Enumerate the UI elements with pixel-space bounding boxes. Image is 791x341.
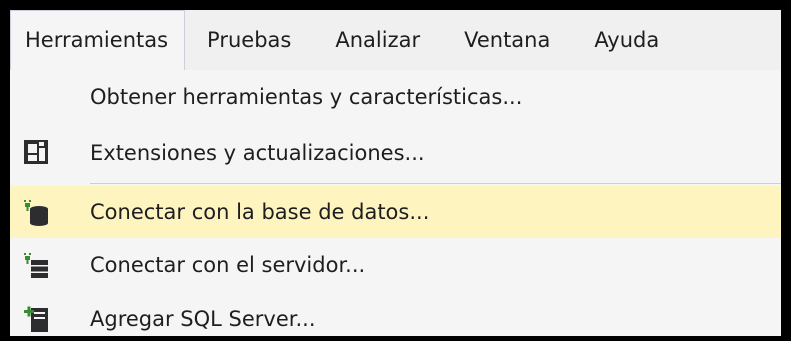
connect-server-icon xyxy=(24,253,48,278)
menu-item-obtener-herramientas[interactable]: Obtener herramientas y características..… xyxy=(10,70,781,124)
menu-item-label: Conectar con la base de datos... xyxy=(90,200,430,224)
menu-pruebas[interactable]: Pruebas xyxy=(185,10,313,70)
window-frame: Herramientas Pruebas Analizar Ventana Ay… xyxy=(0,0,791,341)
menu-ayuda[interactable]: Ayuda xyxy=(572,10,681,70)
menu-item-label: Agregar SQL Server... xyxy=(90,307,316,331)
menu-herramientas[interactable]: Herramientas xyxy=(10,10,186,70)
menu-item-label: Extensiones y actualizaciones... xyxy=(90,141,425,165)
menu-item-extensiones[interactable]: Extensiones y actualizaciones... xyxy=(10,124,781,182)
menu-item-conectar-base-datos[interactable]: Conectar con la base de datos... xyxy=(10,186,781,238)
menu-item-conectar-servidor[interactable]: Conectar con el servidor... xyxy=(10,238,781,292)
menu-separator xyxy=(90,183,781,184)
herramientas-dropdown: Obtener herramientas y características..… xyxy=(10,70,781,336)
menu-item-label: Obtener herramientas y características..… xyxy=(90,85,523,109)
extensions-icon xyxy=(24,140,48,164)
menu-analizar[interactable]: Analizar xyxy=(313,10,442,70)
menu-item-agregar-sql-server[interactable]: Agregar SQL Server... xyxy=(10,292,781,336)
connect-database-icon xyxy=(24,200,48,226)
menu-bar: Herramientas Pruebas Analizar Ventana Ay… xyxy=(10,10,781,71)
menu-item-label: Conectar con el servidor... xyxy=(90,253,366,277)
menu-ventana[interactable]: Ventana xyxy=(442,10,572,70)
add-sql-server-icon xyxy=(24,306,48,332)
